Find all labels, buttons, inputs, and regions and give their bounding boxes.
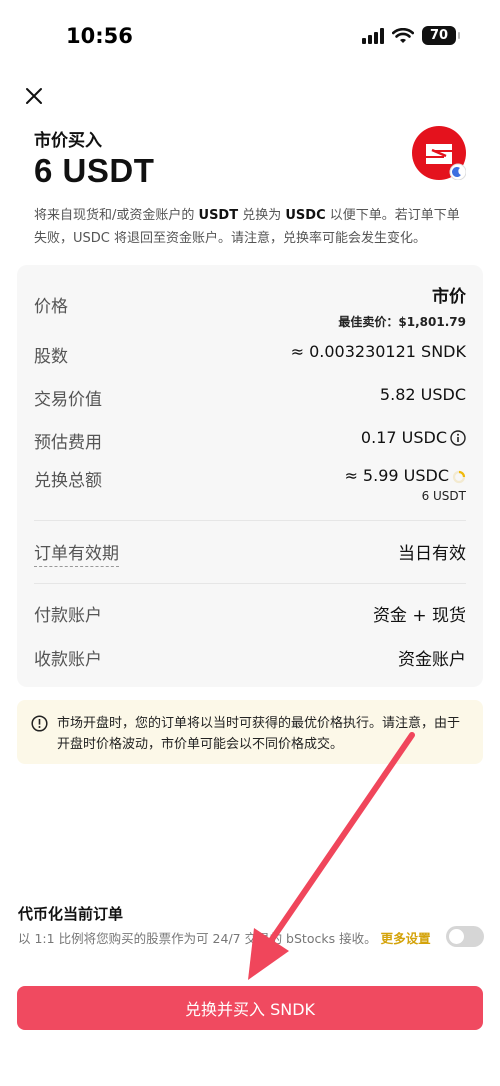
total-value-wrap: ≈ 5.99 USDC <box>344 466 466 485</box>
signal-icon <box>362 27 384 44</box>
close-button[interactable] <box>20 82 48 110</box>
order-detail-card: 价格 市价 最佳卖价：$1,801.79 股数 ≈ 0.003230121 SN… <box>17 265 483 687</box>
receive-account-label: 收款账户 <box>34 650 102 670</box>
status-time: 10:56 <box>66 24 133 48</box>
validity-label[interactable]: 订单有效期 <box>34 544 119 567</box>
order-amount: 6 USDT <box>34 152 155 189</box>
fee-value-wrap: 0.17 USDC <box>361 428 466 447</box>
receive-account-row: 收款账户 资金账户 <box>34 645 466 670</box>
battery-level: 70 <box>429 28 449 43</box>
total-row: 兑换总额 ≈ 5.99 USDC 6 USDT <box>34 466 466 503</box>
trade-value-row: 交易价值 5.82 USDC <box>34 385 466 410</box>
shares-value: ≈ 0.003230121 SNDK <box>290 342 466 361</box>
pay-account-value: 资金 + 现货 <box>372 606 466 626</box>
warning-icon <box>31 715 48 732</box>
market-open-notice: 市场开盘时，您的订单将以当时可获得的最优价格执行。请注意，由于开盘时价格波动，市… <box>17 700 483 764</box>
token-logo-icon <box>412 126 467 181</box>
tokenize-toggle[interactable] <box>446 926 484 947</box>
price-row: 价格 市价 最佳卖价：$1,801.79 <box>34 282 466 330</box>
order-type: 市价买入 <box>34 131 102 151</box>
fee-label: 预估费用 <box>34 433 102 453</box>
trade-value: 5.82 USDC <box>379 385 466 404</box>
convert-and-buy-button[interactable]: 兑换并买入 SNDK <box>17 986 483 1030</box>
shares-row: 股数 ≈ 0.003230121 SNDK <box>34 342 466 367</box>
loading-icon <box>452 470 466 484</box>
more-settings-link[interactable]: 更多设置 <box>381 931 431 946</box>
wifi-icon <box>392 27 414 43</box>
total-sub-value: 6 USDT <box>421 489 466 503</box>
shares-label: 股数 <box>34 347 68 367</box>
conversion-description: 将来自现货和/或资金账户的 USDT 兑换为 USDC 以便下单。若订单下单失败… <box>34 208 460 246</box>
price-label: 价格 <box>34 297 68 317</box>
validity-row[interactable]: 订单有效期 当日有效 <box>34 539 466 567</box>
toggle-knob <box>449 929 464 944</box>
total-value: ≈ 5.99 USDC <box>344 466 449 485</box>
pay-account-label: 付款账户 <box>34 606 102 626</box>
fee-row: 预估费用 0.17 USDC <box>34 428 466 453</box>
price-value: 市价 <box>432 287 466 307</box>
status-bar: 10:56 70 <box>0 0 500 72</box>
detail-divider <box>34 583 466 584</box>
info-icon[interactable] <box>450 430 466 446</box>
battery-icon: 70 <box>422 26 460 45</box>
close-icon <box>26 88 42 104</box>
fee-value: 0.17 USDC <box>360 428 447 447</box>
tokenize-description: 以 1:1 比例将您购买的股票作为可 24/7 交易的 bStocks 接收。 … <box>18 931 431 946</box>
total-label: 兑换总额 <box>34 471 102 491</box>
receive-account-value: 资金账户 <box>398 650 466 670</box>
status-icons: 70 <box>362 26 460 45</box>
detail-divider <box>34 520 466 521</box>
trade-value-label: 交易价值 <box>34 390 102 410</box>
tokenize-title: 代币化当前订单 <box>18 905 124 923</box>
validity-value: 当日有效 <box>398 544 466 564</box>
notice-text: 市场开盘时，您的订单将以当时可获得的最优价格执行。请注意，由于开盘时价格波动，市… <box>57 716 461 752</box>
best-ask: 最佳卖价：$1,801.79 <box>338 315 466 329</box>
pay-account-row: 付款账户 资金 + 现货 <box>34 601 466 626</box>
